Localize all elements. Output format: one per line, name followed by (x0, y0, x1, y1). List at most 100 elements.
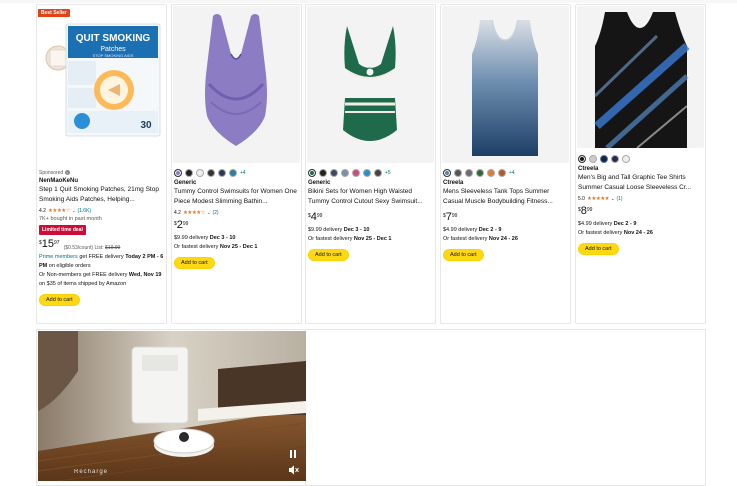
swatch-black-blue[interactable] (600, 154, 608, 163)
product-image[interactable] (307, 6, 434, 163)
product-image[interactable] (442, 6, 569, 163)
price[interactable]: $ 15 97 ($0.53/count) List: $19.99 (39, 238, 164, 252)
more-swatches-link[interactable]: +4 (240, 170, 246, 176)
rating-row[interactable]: 4.2 ★★★★☆ ⌄ (2) (174, 209, 299, 216)
swatch-black[interactable] (578, 154, 586, 163)
add-to-cart-button[interactable]: Add to cart (174, 257, 215, 269)
swatch-green[interactable] (308, 168, 316, 177)
product-title[interactable]: Mens Sleeveless Tank Tops Summer Casual … (443, 187, 568, 206)
product-title[interactable]: Bikini Sets for Women High Waisted Tummy… (308, 187, 433, 206)
price[interactable]: $ 8 99 (578, 206, 703, 217)
empty-ad-slot (305, 329, 706, 486)
add-to-cart-button[interactable]: Add to cart (578, 243, 619, 255)
delivery-fee: $4.99 delivery (443, 227, 478, 233)
pause-button[interactable] (288, 449, 298, 459)
swatch-green[interactable] (476, 168, 484, 177)
info-icon[interactable]: i (64, 170, 70, 175)
more-swatches-link[interactable]: +4 (509, 170, 515, 176)
product-title[interactable]: Step 1 Quit Smoking Patches, 21mg Stop S… (39, 185, 164, 204)
price-whole: 15 (41, 238, 55, 250)
swatch-black[interactable] (185, 168, 193, 177)
color-swatches[interactable]: +4 (174, 168, 299, 177)
rating-count[interactable]: (1.6K) (77, 208, 91, 214)
product-brand: Generic (308, 180, 331, 186)
swatch-grey[interactable] (454, 168, 462, 177)
swatch-teal[interactable] (229, 168, 237, 177)
swatch-dark-grey[interactable] (465, 168, 473, 177)
swatch-light[interactable] (622, 154, 630, 163)
product-title[interactable]: Tummy Control Swimsuits for Women One Pi… (174, 187, 299, 206)
rating-row[interactable]: 4.2 ★★★★☆ ⌄ (1.6K) (39, 207, 164, 214)
add-to-cart-button[interactable]: Add to cart (308, 249, 349, 261)
video-player[interactable]: Recharge (38, 331, 306, 481)
delivery-text: get FREE delivery (79, 254, 124, 260)
swatch-black[interactable] (319, 168, 327, 177)
mute-button[interactable] (288, 465, 299, 475)
product-card-3[interactable]: +5 Generic Bikini Sets for Women High Wa… (305, 4, 436, 324)
deal-badge: Limited time deal (39, 225, 86, 235)
star-rating-icon[interactable]: ★★★★☆ (48, 208, 71, 214)
video-ad-card[interactable]: Recharge (36, 329, 306, 486)
color-swatches[interactable]: +4 (443, 168, 568, 177)
product-image[interactable]: QUIT SMOKING Patches STOP SMOKING AIDS 3… (38, 6, 165, 163)
delivery-date: Dec 3 - 10 (209, 235, 236, 241)
swatch-white[interactable] (196, 168, 204, 177)
color-swatches[interactable]: +5 (308, 168, 433, 177)
price[interactable]: $ 7 99 (443, 212, 568, 223)
sponsored-label[interactable]: Sponsored i (39, 170, 164, 176)
rating-count[interactable]: (2) (212, 210, 218, 216)
prime-link[interactable]: Prime members (39, 254, 78, 260)
nonmember-delivery-date: Wed, Nov 19 (128, 272, 162, 278)
add-to-cart-button[interactable]: Add to cart (443, 249, 484, 261)
pause-icon (290, 450, 292, 458)
swatch-grey-blue[interactable] (341, 168, 349, 177)
product-card-5[interactable]: Ctreela Men's Big and Tall Graphic Tee S… (575, 4, 706, 324)
pkg-line-3: STOP SMOKING AIDS (93, 53, 134, 58)
product-brand: Generic (174, 180, 197, 186)
star-rating-icon[interactable]: ★★★★★ (587, 196, 610, 202)
pkg-line-2: Patches (100, 46, 126, 53)
price-fraction: 97 (54, 240, 60, 246)
swatch-navy[interactable] (611, 154, 619, 163)
chevron-down-icon[interactable]: ⌄ (611, 196, 614, 201)
product-image[interactable] (577, 6, 704, 148)
product-card-2[interactable]: +4 Generic Tummy Control Swimsuits for W… (171, 4, 302, 324)
swatch-purple[interactable] (174, 168, 182, 177)
product-image[interactable] (173, 6, 300, 163)
unit-price-text: ($0.53/count) (63, 245, 94, 251)
product-title[interactable]: Men's Big and Tall Graphic Tee Shirts Su… (578, 173, 703, 192)
more-swatches-link[interactable]: +5 (385, 170, 391, 176)
unit-price: ($0.53/count) List: $19.99 (64, 245, 121, 251)
swatch-dark[interactable] (207, 168, 215, 177)
product-card-1[interactable]: Best Seller QUIT SMOKING Patches STOP SM… (36, 4, 167, 324)
swatch-navy[interactable] (330, 168, 338, 177)
price[interactable]: $ 2 99 (174, 220, 299, 231)
color-swatches[interactable] (578, 154, 703, 163)
chevron-down-icon[interactable]: ⌄ (72, 208, 75, 213)
swatch-blue[interactable] (363, 168, 371, 177)
swatch-navy[interactable] (218, 168, 226, 177)
delivery-info: Prime members get FREE delivery Today 2 … (39, 253, 164, 289)
swatch-pink[interactable] (352, 168, 360, 177)
product-brand: NenMaoKeNu (39, 178, 79, 184)
top-strip (0, 0, 737, 3)
star-rating-icon[interactable]: ★★★★☆ (183, 210, 206, 216)
swatch-white[interactable] (589, 154, 597, 163)
fastest-date: Nov 24 - 26 (623, 230, 653, 236)
rating-count[interactable]: (1) (616, 196, 622, 202)
add-to-cart-button[interactable]: Add to cart (39, 294, 80, 306)
swatch-blue-gradient[interactable] (443, 168, 451, 177)
list-label: List: (94, 245, 104, 251)
price[interactable]: $ 4 99 (308, 212, 433, 223)
swatch-rust[interactable] (498, 168, 506, 177)
swatch-orange[interactable] (487, 168, 495, 177)
delivery-date: Dec 2 - 9 (478, 227, 502, 233)
delivery-text-b: on eligible orders (48, 263, 91, 269)
delivery-fee: $9.99 delivery (174, 235, 209, 241)
price-fraction: 99 (182, 221, 189, 227)
chevron-down-icon[interactable]: ⌄ (207, 210, 210, 215)
product-card-4[interactable]: +4 Ctreela Mens Sleeveless Tank Tops Sum… (440, 4, 571, 324)
swatch-charcoal[interactable] (374, 168, 382, 177)
rating-row[interactable]: 5.0 ★★★★★ ⌄ (1) (578, 195, 703, 202)
fastest-date: Nov 25 - Dec 1 (219, 244, 258, 250)
